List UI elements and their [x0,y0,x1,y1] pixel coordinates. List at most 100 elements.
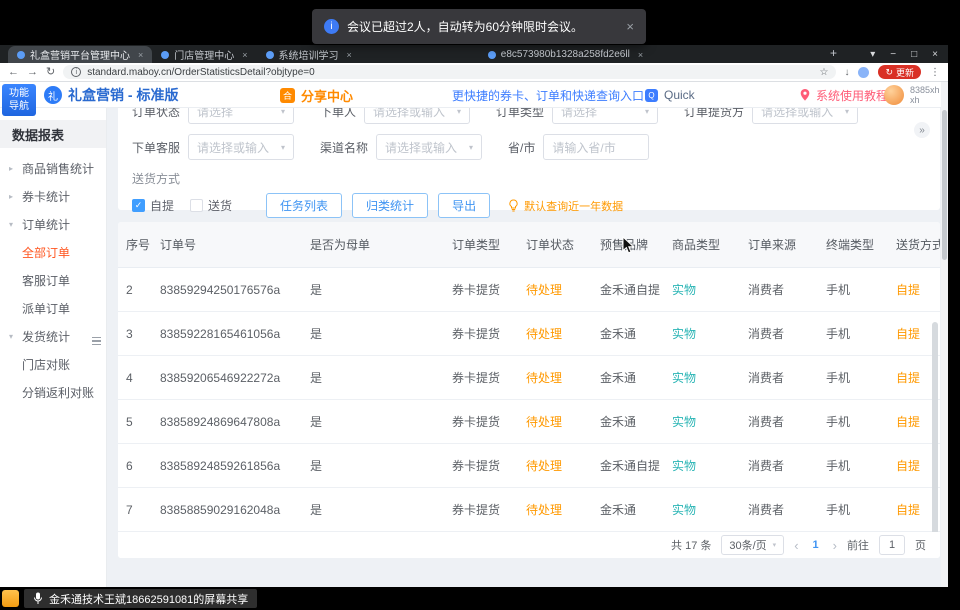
app-title: 礼盒营销 - 标准版 [68,85,178,105]
downloads-icon[interactable]: ↓ [844,67,849,78]
share-center-link[interactable]: 合 分享中心 [280,82,353,108]
cell-order-no: 83858924869647808a [152,415,302,429]
tab-title: 门店管理中心 [174,47,234,62]
cell-seq: 5 [118,415,152,429]
bookmark-star-icon[interactable]: ☆ [819,67,828,78]
goto-page-input[interactable] [879,535,905,555]
browser-window: 礼盒营销平台管理中心 × 门店管理中心 × 系统培训学习 × e [0,45,948,587]
filter-select[interactable]: 请选择 ▾ [552,108,658,124]
sidebar-item[interactable]: 门店对账 [0,350,106,378]
profile-avatar[interactable] [858,67,869,78]
page-scrollbar[interactable] [941,82,948,587]
tab-favicon-icon [488,51,496,59]
minimize-button[interactable]: − [890,49,896,60]
address-bar[interactable]: i standard.maboy.cn/OrderStatisticsDetai… [63,65,836,79]
page-size-select[interactable]: 30条/页 ▾ [721,535,784,555]
sidebar-item[interactable]: 全部订单 [0,238,106,266]
function-nav-toggle[interactable]: 功能 导航 [2,84,36,116]
quick-entry-link[interactable]: 更快捷的券卡、订单和快递查询入口 [452,82,644,108]
action-button[interactable]: 导出 [438,193,490,218]
table-scrollbar-thumb[interactable] [932,322,938,540]
filter-select[interactable]: 请选择或输入 ▾ [188,134,294,160]
site-info-icon[interactable]: i [71,67,81,77]
browser-tab[interactable]: 门店管理中心 × [152,46,256,63]
forward-icon[interactable]: → [27,67,38,78]
filter-label: 下单人 [320,108,356,120]
maximize-button[interactable]: □ [911,49,917,60]
quick-entry-text: 更快捷的券卡、订单和快递查询入口 [452,87,644,104]
prev-page-icon[interactable]: ‹ [794,538,798,553]
sidebar-item[interactable]: 派单订单 [0,294,106,322]
filter-field: 下单客服 请选择或输入 ▾ [132,134,294,160]
delivery-checkbox-group: ✓ 自提 ✓ 送货 [132,197,248,214]
new-tab-button[interactable]: + [830,46,837,60]
tab-favicon-icon [161,51,169,59]
back-icon[interactable]: ← [8,67,19,78]
col-source: 订单来源 [740,236,818,253]
cell-source: 消费者 [740,281,818,298]
filter-select[interactable]: 请选择 ▾ [188,108,294,124]
action-button[interactable]: 任务列表 [266,193,342,218]
action-button[interactable]: 归类统计 [352,193,428,218]
user-account[interactable]: 8385xh xh [884,82,940,108]
table-body: 2 83859294250176576a 是 券卡提货 待处理 金禾通自提 实物… [118,268,940,532]
delivery-checkbox[interactable]: ✓ 自提 [132,197,174,214]
tab-favicon-icon [17,51,25,59]
table-scrollbar[interactable] [932,270,938,552]
current-page-button[interactable]: 1 [809,539,823,551]
sidebar-item-label: 分销返利对账 [22,384,94,401]
sidebar-item[interactable]: 客服订单 [0,266,106,294]
tab-close-icon[interactable]: × [347,50,352,60]
cell-source: 消费者 [740,501,818,518]
sidebar-collapse-handle[interactable] [90,332,103,350]
filter-select[interactable]: 请选择或输入 ▾ [376,134,482,160]
tab-search-icon[interactable]: ▾ [870,49,875,60]
next-page-icon[interactable]: › [833,538,837,553]
cell-brand: 金禾通 [592,325,664,342]
quick-tool-link[interactable]: Q Quick [645,82,695,108]
browser-tab[interactable]: 礼盒营销平台管理中心 × [8,46,152,63]
select-arrow-icon: ▾ [281,108,285,116]
cell-is-parent: 是 [302,457,444,474]
screen-share-bar: 金禾通技术王斌18662591081的屏幕共享 [0,587,960,610]
filter-select[interactable]: 请选择或输入 ▾ [752,108,858,124]
page-scrollbar-thumb[interactable] [942,110,947,260]
window-close-button[interactable]: × [932,49,938,60]
sidebar-item[interactable]: 分销返利对账 [0,378,106,406]
tab-close-icon[interactable]: × [242,50,247,60]
reload-icon[interactable]: ↻ [46,67,55,78]
table-row: 6 83858924859261856a 是 券卡提货 待处理 金禾通自提 实物… [118,444,940,488]
sidebar-item[interactable]: ▾ 订单统计 [0,210,106,238]
browser-menu-icon[interactable]: ⋮ [930,67,940,78]
tab-close-icon[interactable]: × [638,50,643,60]
goto-unit: 页 [915,537,926,553]
expand-filters-icon[interactable]: » [914,122,930,138]
cell-brand: 金禾通 [592,501,664,518]
filter-select[interactable]: 请选择或输入 ▾ [364,108,470,124]
select-arrow-icon: ▾ [469,143,473,152]
cell-goods-type: 实物 [664,325,740,342]
checkbox-label: 自提 [150,197,174,214]
filter-field: 订单状态 请选择 ▾ [132,108,294,124]
tab-close-icon[interactable]: × [138,50,143,60]
toast-close-icon[interactable]: × [626,19,634,34]
browser-tab[interactable]: 系统培训学习 × [257,46,361,63]
cell-source: 消费者 [740,457,818,474]
update-button[interactable]: ↻ 更新 [878,65,921,79]
browser-tab[interactable]: e8c573980b1328a258fd2e6ll × [479,46,652,63]
sidebar-item-label: 派单订单 [22,300,70,317]
sidebar-item[interactable]: ▸ 商品销售统计 [0,154,106,182]
col-seq: 序号 [118,236,152,253]
filter-label: 省/市 [508,139,535,156]
cell-order-type: 券卡提货 [444,413,518,430]
toast-message: 会议已超过2人，自动转为60分钟限时会议。 [347,18,583,35]
table-row: 3 83859228165461056a 是 券卡提货 待处理 金禾通 实物 消… [118,312,940,356]
sidebar-item[interactable]: ▸ 券卡统计 [0,182,106,210]
delivery-checkbox[interactable]: ✓ 送货 [190,197,232,214]
share-text: 金禾通技术王斌18662591081的屏幕共享 [49,591,248,607]
expand-arrow-icon: ▾ [9,332,18,341]
tutorial-link[interactable]: 系统使用教程 [800,82,888,108]
filter-select[interactable]: 请输入省/市 [543,134,649,160]
quick-q-icon: Q [645,89,658,102]
sidebar-section-title: 数据报表 [0,120,106,148]
